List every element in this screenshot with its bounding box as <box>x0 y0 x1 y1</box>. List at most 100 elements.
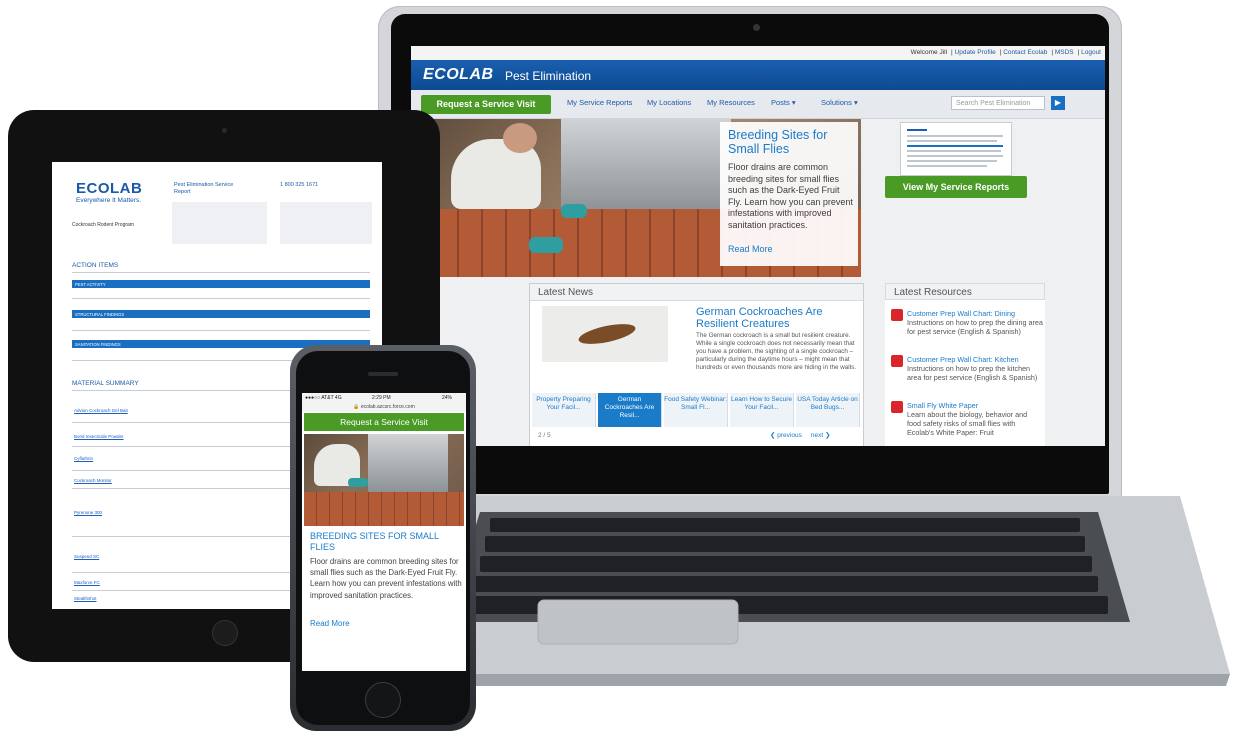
tablet-home-button[interactable] <box>213 621 237 645</box>
laptop-camera <box>753 24 760 31</box>
chevron-down-icon: ▾ <box>853 98 858 107</box>
news-previous-link[interactable]: ❮ previous <box>770 432 802 439</box>
cockroach-image <box>542 306 668 362</box>
latest-resources-panel: Latest Resources Customer Prep Wall Char… <box>885 283 1045 446</box>
report-phone: 1 800 325 1671 <box>280 182 319 188</box>
arrow-right-icon: ▶ <box>1054 98 1062 107</box>
nav-solutions-label: Solutions <box>821 98 852 107</box>
service-report-thumbnail[interactable] <box>900 122 1012 176</box>
resource-desc: Instructions on how to prep the dining a… <box>907 318 1043 336</box>
news-tabs: Property Preparing Your Facil... German … <box>530 393 863 427</box>
phone-read-more-link[interactable]: Read More <box>310 619 350 628</box>
divider <box>72 272 370 273</box>
search-input[interactable]: Search Pest Elimination <box>951 96 1045 110</box>
news-tab[interactable]: USA Today Article on Bed Bugs... <box>796 393 860 427</box>
nav-locations[interactable]: My Locations <box>647 98 691 107</box>
news-tab[interactable]: Learn How to Secure Your Facil... <box>730 393 794 427</box>
material-link[interactable]: Maxforce FC <box>74 580 100 585</box>
brand-header: ECOLAB Pest Elimination <box>411 60 1105 90</box>
nav-resources[interactable]: My Resources <box>707 98 755 107</box>
phone-hero-glove <box>348 478 368 487</box>
resource-title[interactable]: Customer Prep Wall Chart: Kitchen <box>907 355 1043 364</box>
chevron-down-icon: ▾ <box>791 98 796 107</box>
clock-label: 2:29 PM <box>372 395 391 401</box>
nav-service-reports[interactable]: My Service Reports <box>567 98 632 107</box>
news-tab[interactable]: Food Safety Webinar: Small Fl... <box>664 393 728 427</box>
phone-url-bar[interactable]: 🔒 ecolab.azcsrc.force.com <box>302 403 466 412</box>
lock-icon: 🔒 <box>353 404 360 410</box>
action-items-heading: ACTION ITEMS <box>72 262 119 269</box>
resource-title[interactable]: Customer Prep Wall Chart: Dining <box>907 309 1043 318</box>
laptop-screen: Welcome Jill | Update Profile | Contact Ec… <box>411 46 1105 446</box>
utility-bar: Welcome Jill | Update Profile | Contact Ec… <box>411 46 1105 60</box>
cockroach-body <box>576 320 638 348</box>
main-nav: Request a Service Visit My Service Repor… <box>411 90 1105 119</box>
view-service-reports-button[interactable]: View My Service Reports <box>885 176 1027 198</box>
latest-news-header: Latest News <box>530 284 863 301</box>
welcome-text: Welcome Jill <box>910 49 948 56</box>
phone-hero-floor <box>304 492 464 526</box>
report-service-block <box>280 202 372 244</box>
ecolab-logo[interactable]: ECOLAB <box>423 66 494 84</box>
material-summary-heading: MATERIAL SUMMARY <box>72 380 139 387</box>
hero-glove <box>529 237 563 253</box>
material-link[interactable]: Suspend SC <box>74 554 99 559</box>
phone-url: ecolab.azcsrc.force.com <box>360 404 415 410</box>
phone-request-service-button[interactable]: Request a Service Visit <box>304 413 464 431</box>
material-link[interactable]: Borid Insecticide Powder <box>74 434 124 439</box>
news-body: The German cockroach is a small but resi… <box>696 332 856 371</box>
request-service-button[interactable]: Request a Service Visit <box>421 95 551 114</box>
hero-equipment <box>561 119 731 211</box>
battery-label: 24% <box>442 395 453 401</box>
latest-news-panel: Latest News German Cockroaches Are Resil… <box>529 283 864 446</box>
action-row-header: PEST ACTIVITY <box>72 280 370 288</box>
phone-article-title[interactable]: BREEDING SITES FOR SMALL FLIES <box>310 531 460 553</box>
material-link[interactable]: Stealthshot <box>74 596 97 601</box>
phone-hero-image <box>304 434 464 526</box>
action-row-label: STRUCTURAL FINDINGS <box>75 312 125 317</box>
phone-screen: ●●●○○ AT&T 4G 2:29 PM 24% 🔒 ecolab.azcsr… <box>302 393 466 671</box>
nav-solutions[interactable]: Solutions ▾ <box>821 98 858 107</box>
phone-article-body: Floor drains are common breeding sites f… <box>310 557 462 600</box>
hero-title[interactable]: Breeding Sites for Small Flies <box>728 128 853 156</box>
nav-posts-label: Posts <box>771 98 790 107</box>
contact-ecolab-link[interactable]: Contact Ecolab <box>1003 49 1047 56</box>
resource-desc: Instructions on how to prep the kitchen … <box>907 364 1038 382</box>
material-link[interactable]: Advion Cockroach Gel Bait <box>74 408 128 413</box>
news-pager: 2 / 5 <box>538 432 551 439</box>
resource-desc: Learn about the biology, behavior and fo… <box>907 410 1028 437</box>
latest-resources-header: Latest Resources <box>885 283 1045 300</box>
news-tab[interactable]: Property Preparing Your Facil... <box>532 393 596 427</box>
carrier-label: ●●●○○ AT&T 4G <box>305 395 342 401</box>
action-row-header: STRUCTURAL FINDINGS <box>72 310 370 318</box>
nav-posts[interactable]: Posts ▾ <box>771 98 796 107</box>
phone-speaker <box>368 372 398 376</box>
tablet-camera <box>222 128 227 133</box>
phone-status-bar: ●●●○○ AT&T 4G 2:29 PM 24% <box>302 393 466 403</box>
search-submit-button[interactable]: ▶ <box>1051 96 1065 110</box>
msds-link[interactable]: MSDS <box>1055 49 1074 56</box>
phone-home-button[interactable] <box>366 683 400 717</box>
divider <box>72 298 370 299</box>
news-tab-active[interactable]: German Cockroaches Are Resil... <box>598 393 662 427</box>
report-logo: ECOLAB <box>76 180 143 197</box>
material-link[interactable]: Pyrenone 300 <box>74 510 102 515</box>
resource-title[interactable]: Small Fly White Paper <box>907 401 1043 410</box>
report-program: Cockroach Rodent Program <box>72 222 134 228</box>
material-link[interactable]: Cockroach Monitor <box>74 478 112 483</box>
update-profile-link[interactable]: Update Profile <box>955 49 996 56</box>
hero-technician-head <box>503 123 537 153</box>
news-title[interactable]: German Cockroaches Are Resilient Creatur… <box>696 306 856 330</box>
pdf-icon <box>891 309 903 321</box>
divider <box>72 330 370 331</box>
hero-panel: Breeding Sites for Small Flies Floor dra… <box>720 122 858 266</box>
material-link[interactable]: Cyfluthrin <box>74 456 93 461</box>
logout-link[interactable]: Logout <box>1081 49 1101 56</box>
phone-hero-equipment <box>368 434 448 492</box>
news-next-link[interactable]: next ❯ <box>811 432 831 439</box>
report-customer-block <box>172 202 267 244</box>
report-title: Pest Elimination Service Report <box>174 182 234 195</box>
hero-read-more-link[interactable]: Read More <box>728 244 773 254</box>
news-pagination: ❮ previous next ❯ <box>770 431 830 439</box>
action-row-label: SANITATION FINDINGS <box>75 342 121 347</box>
